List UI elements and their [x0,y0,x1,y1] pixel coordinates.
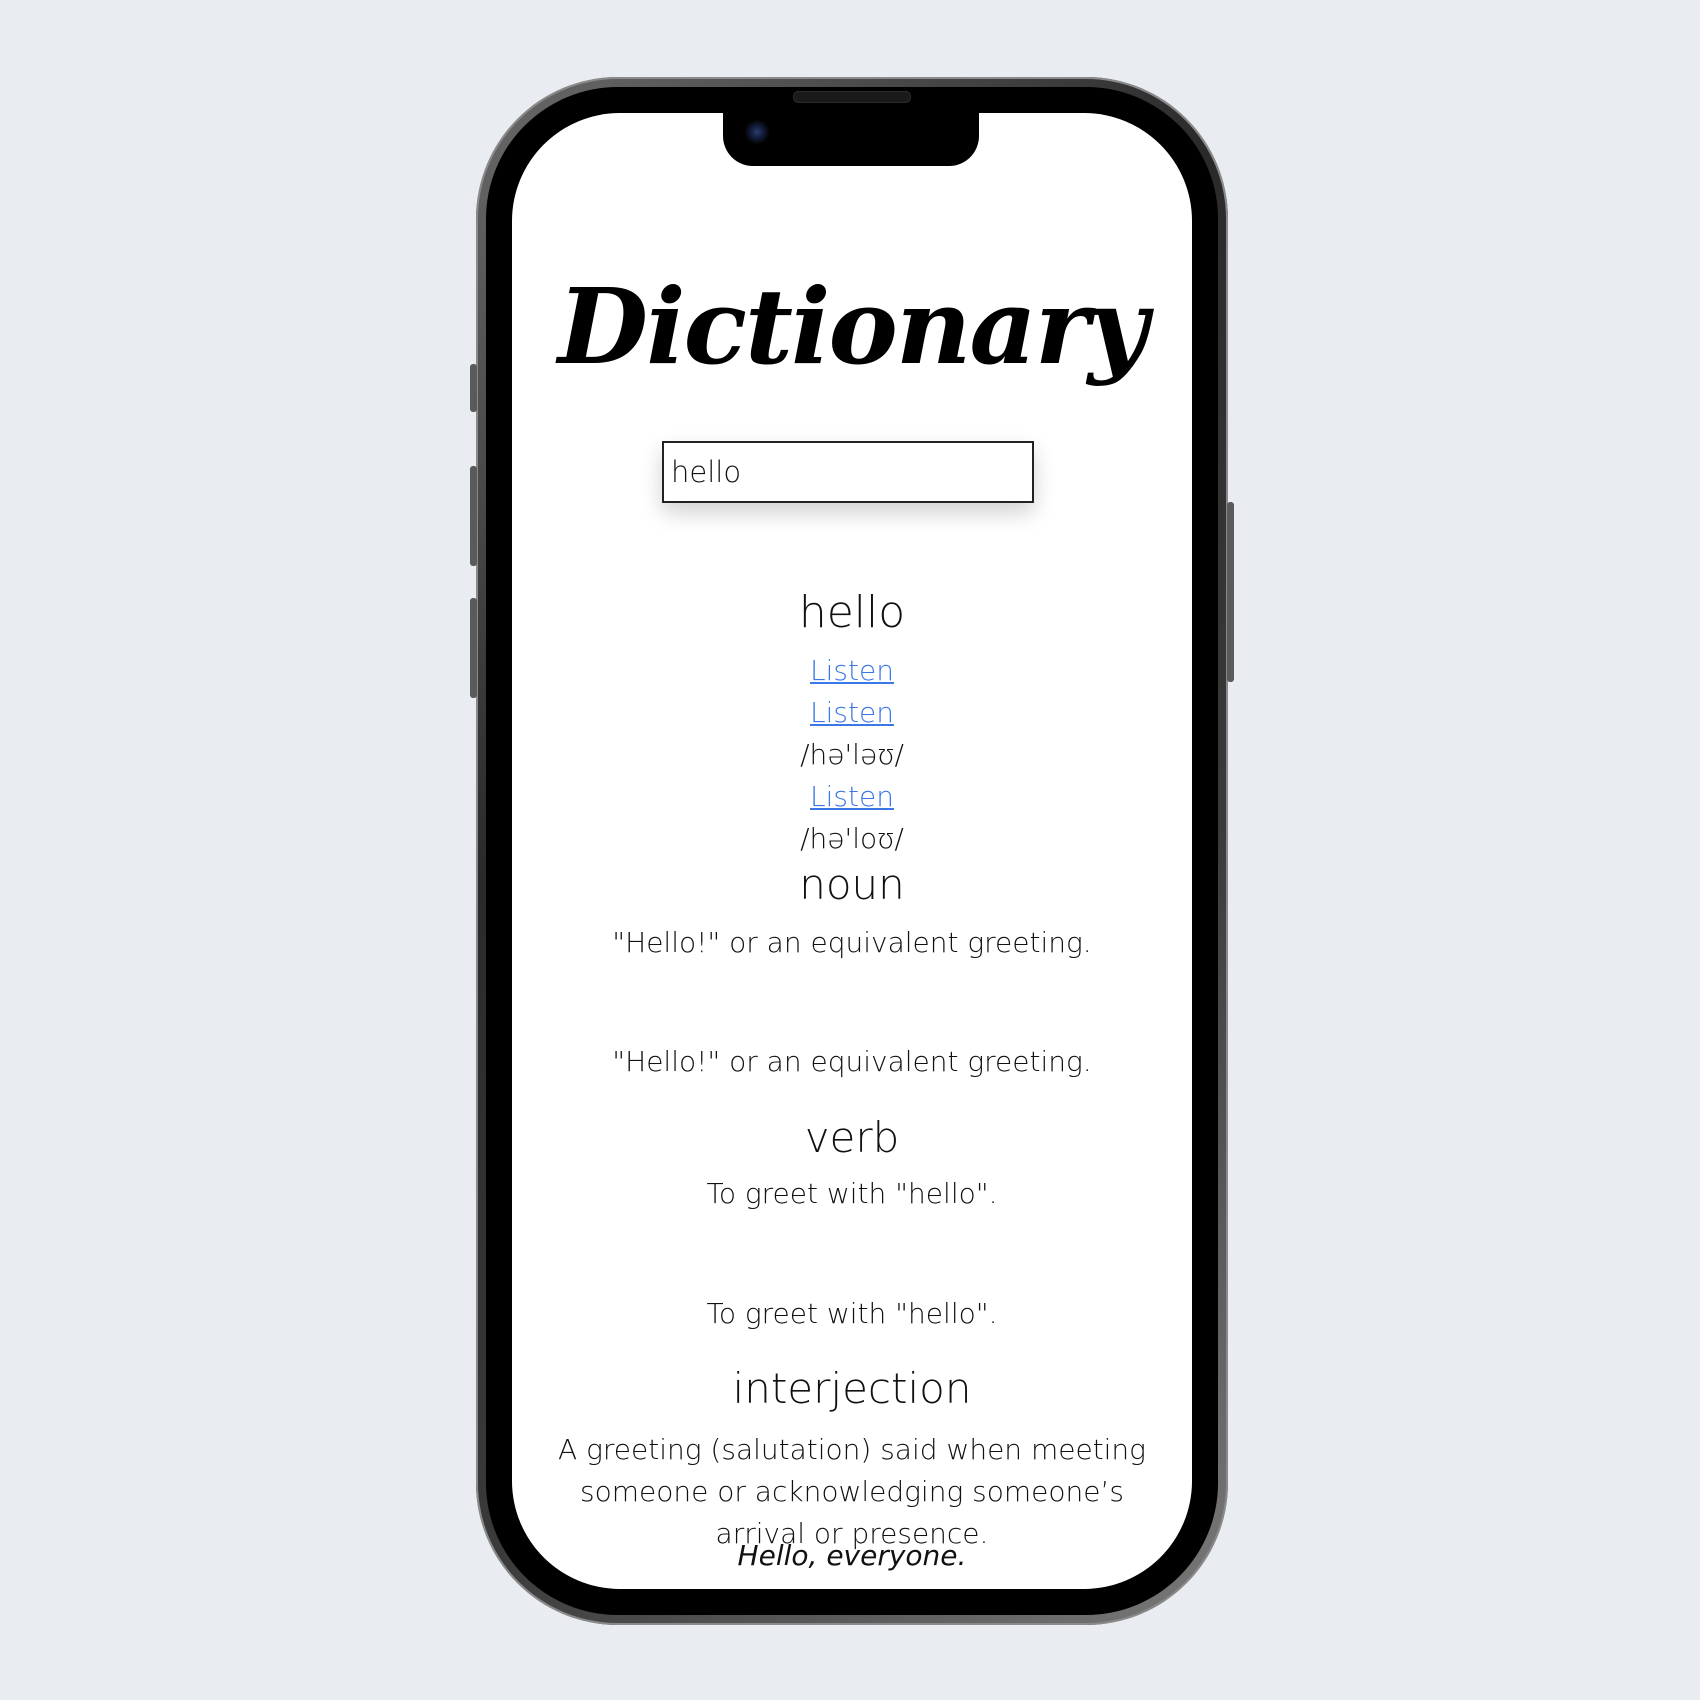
definition-noun-2: "Hello!" or an equivalent greeting. [612,1045,1092,1078]
phonetic-text-2: /hə'ləʊ/ [800,738,904,771]
mute-switch [470,364,477,412]
phone-screen: Dictionary hello Listen Listen /hə'ləʊ/ … [512,113,1192,1589]
example-interjection: Hello, everyone. [737,1539,967,1572]
definition-interjection-1: A greeting (salutation) said when meetin… [558,1433,1146,1550]
definition-verb-2: To greet with "hello". [706,1297,998,1330]
entry-word: hello [798,587,906,638]
definition-noun-1: "Hello!" or an equivalent greeting. [612,926,1092,959]
volume-down-button [470,598,477,698]
listen-link-2[interactable]: Listen [512,696,1192,729]
listen-link-1[interactable]: Listen [512,654,1192,687]
search-input[interactable] [662,441,1034,503]
listen-link-3[interactable]: Listen [512,780,1192,813]
power-button [1227,502,1234,682]
definition-verb-1: To greet with "hello". [706,1177,998,1210]
volume-up-button [470,466,477,566]
speaker-grille [793,91,911,103]
app-title: Dictionary [557,265,1148,388]
part-of-speech-interjection: interjection [732,1364,972,1413]
part-of-speech-noun: noun [799,860,905,909]
camera-icon [745,120,769,144]
part-of-speech-verb: verb [804,1113,900,1162]
phonetic-text-3: /hə'loʊ/ [800,822,904,855]
